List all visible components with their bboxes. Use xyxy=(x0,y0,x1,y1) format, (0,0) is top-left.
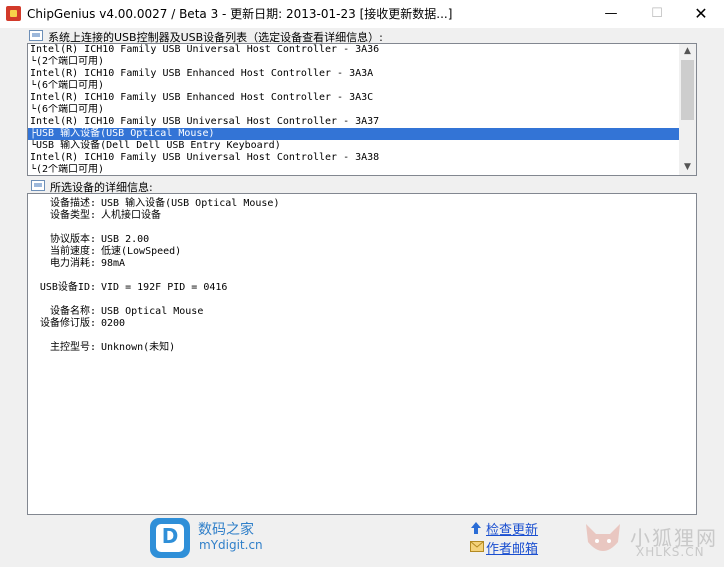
device-list[interactable]: Intel(R) ICH10 Family USB Universal Host… xyxy=(27,43,697,176)
details-icon xyxy=(31,180,45,191)
mydigit-logo-letter: D xyxy=(161,524,179,548)
detail-label: 设备修订版: xyxy=(39,318,96,329)
maximize-button[interactable]: ☐ xyxy=(634,0,680,28)
detail-label: 电力消耗: xyxy=(49,258,96,269)
controller-item[interactable]: Intel(R) ICH10 Family USB Enhanced Host … xyxy=(28,68,680,80)
details-panel: 设备描述: USB 输入设备(USB Optical Mouse) 设备类型: … xyxy=(27,193,697,515)
usb-list-icon xyxy=(29,30,43,41)
device-item[interactable]: └(6个端口可用) xyxy=(28,104,680,116)
device-list-rows: Intel(R) ICH10 Family USB Universal Host… xyxy=(28,44,680,175)
device-list-scrollbar[interactable]: ▲ ▼ xyxy=(679,44,696,175)
envelope-icon xyxy=(470,541,484,552)
title-bar: ChipGenius v4.00.0027 / Beta 3 - 更新日期: 2… xyxy=(0,0,724,28)
controller-item[interactable]: Intel(R) ICH10 Family USB Universal Host… xyxy=(28,44,680,56)
detail-value: USB 输入设备(USB Optical Mouse) xyxy=(101,198,280,209)
app-icon xyxy=(6,6,21,21)
device-item[interactable]: └(2个端口可用) xyxy=(28,56,680,68)
site-url-link[interactable]: mYdigit.cn xyxy=(199,538,263,552)
detail-value: USB 2.00 xyxy=(101,234,150,245)
device-item[interactable]: ├USB 输入设备(USB Optical Mouse) xyxy=(28,128,680,140)
device-item[interactable]: └USB 输入设备(Dell Dell USB Entry Keyboard) xyxy=(28,140,680,152)
controller-item[interactable]: Intel(R) ICH10 Family USB Universal Host… xyxy=(28,116,680,128)
close-button[interactable]: ✕ xyxy=(678,0,724,28)
detail-value: Unknown(未知) xyxy=(101,342,176,353)
scroll-thumb[interactable] xyxy=(681,60,694,120)
scroll-down-button[interactable]: ▼ xyxy=(679,160,696,175)
check-update-link[interactable]: 检查更新 xyxy=(486,519,538,538)
minimize-button[interactable]: — xyxy=(588,0,634,28)
detail-value: VID = 192F PID = 0416 xyxy=(101,282,228,293)
watermark-url: XHLKS.CN xyxy=(636,545,705,559)
detail-label: 设备名称: xyxy=(49,306,96,317)
detail-label: 当前速度: xyxy=(49,246,96,257)
detail-label: 设备描述: xyxy=(49,198,96,209)
window-title: ChipGenius v4.00.0027 / Beta 3 - 更新日期: 2… xyxy=(27,7,453,21)
controller-item[interactable]: Intel(R) ICH10 Family USB Enhanced Host … xyxy=(28,92,680,104)
detail-value: 0200 xyxy=(101,318,126,329)
detail-label: 设备类型: xyxy=(49,210,96,221)
controller-item[interactable]: Intel(R) ICH10 Family USB Universal Host… xyxy=(28,152,680,164)
detail-value: 低速(LowSpeed) xyxy=(101,246,182,257)
author-email-link[interactable]: 作者邮箱 xyxy=(486,538,538,557)
detail-value: 人机接口设备 xyxy=(101,210,161,221)
detail-label: USB设备ID: xyxy=(39,282,96,293)
detail-value: USB Optical Mouse xyxy=(101,306,204,317)
detail-value: 98mA xyxy=(101,258,126,269)
device-item[interactable]: └(6个端口可用) xyxy=(28,80,680,92)
fox-logo-icon xyxy=(586,524,620,551)
up-arrow-icon xyxy=(471,522,481,534)
detail-label: 协议版本: xyxy=(49,234,96,245)
site-name-link[interactable]: 数码之家 xyxy=(198,519,254,539)
detail-label: 主控型号: xyxy=(49,342,96,353)
device-item[interactable]: └(2个端口可用) xyxy=(28,164,680,175)
scroll-up-button[interactable]: ▲ xyxy=(679,44,696,59)
